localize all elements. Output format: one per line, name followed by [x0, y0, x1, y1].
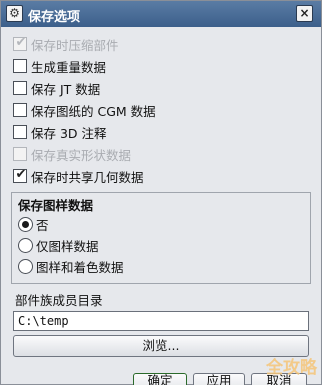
option-label: 保存时压缩部件 [31, 37, 119, 53]
option-label: 保存真实形状数据 [31, 147, 132, 163]
checkbox[interactable] [13, 103, 27, 117]
radio-button[interactable] [18, 258, 33, 274]
pattern-data-group: 保存图样数据 否 仅图样数据 图样和着色数据 [11, 192, 311, 284]
option-label: 保存时共享几何数据 [31, 169, 144, 185]
radio-option-pattern-shading[interactable]: 图样和着色数据 [18, 257, 124, 275]
gear-icon[interactable]: ⚙ [6, 5, 23, 22]
option-jt-data[interactable]: 保存 JT 数据 [13, 79, 100, 97]
group-title: 保存图样数据 [18, 198, 94, 213]
radio-label: 仅图样数据 [36, 238, 99, 254]
dialog-title: 保存选项 [28, 10, 81, 25]
browse-button[interactable]: 浏览... [13, 335, 309, 357]
radio-label: 否 [36, 217, 49, 233]
checkbox[interactable] [13, 147, 27, 161]
ok-button[interactable]: 确定 [133, 373, 187, 385]
watermark-text: 全攻略 [266, 358, 317, 378]
option-compress-parts[interactable]: ✔ 保存时压缩部件 [13, 35, 119, 53]
option-label: 保存图纸的 CGM 数据 [31, 103, 156, 119]
radio-label: 图样和着色数据 [36, 259, 124, 275]
option-label: 保存 JT 数据 [31, 81, 101, 97]
checkbox[interactable]: ✔ [13, 167, 27, 183]
checkmark-icon: ✔ [15, 35, 27, 50]
option-label: 生成重量数据 [31, 59, 107, 75]
checkbox[interactable] [13, 81, 27, 95]
checkbox[interactable] [13, 125, 27, 139]
close-button[interactable]: × [296, 5, 313, 22]
radio-option-pattern-only[interactable]: 仅图样数据 [18, 236, 99, 254]
option-weight-data[interactable]: 生成重量数据 [13, 57, 106, 75]
radio-button[interactable] [18, 237, 33, 253]
save-options-dialog: ⚙ 保存选项 × ✔ 保存时压缩部件 生成重量数据 保存 JT 数据 保存图纸的… [0, 0, 322, 385]
checkmark-icon: ✔ [15, 167, 27, 182]
checkbox[interactable] [13, 59, 27, 73]
option-share-geometry[interactable]: ✔ 保存时共享几何数据 [13, 167, 144, 185]
option-true-shape-data[interactable]: 保存真实形状数据 [13, 145, 131, 163]
option-label: 保存 3D 注释 [31, 125, 107, 141]
radio-button[interactable] [18, 216, 33, 232]
radio-dot [22, 220, 29, 228]
checkbox[interactable]: ✔ [13, 35, 27, 51]
family-member-directory-label: 部件族成员目录 [15, 293, 103, 308]
title-bar[interactable]: ⚙ 保存选项 × [1, 1, 321, 27]
directory-path-input[interactable]: C:\temp [13, 311, 309, 331]
option-cgm-data[interactable]: 保存图纸的 CGM 数据 [13, 101, 156, 119]
apply-button[interactable]: 应用 [193, 373, 245, 385]
radio-option-no[interactable]: 否 [18, 215, 49, 233]
option-3d-annotation[interactable]: 保存 3D 注释 [13, 123, 107, 141]
